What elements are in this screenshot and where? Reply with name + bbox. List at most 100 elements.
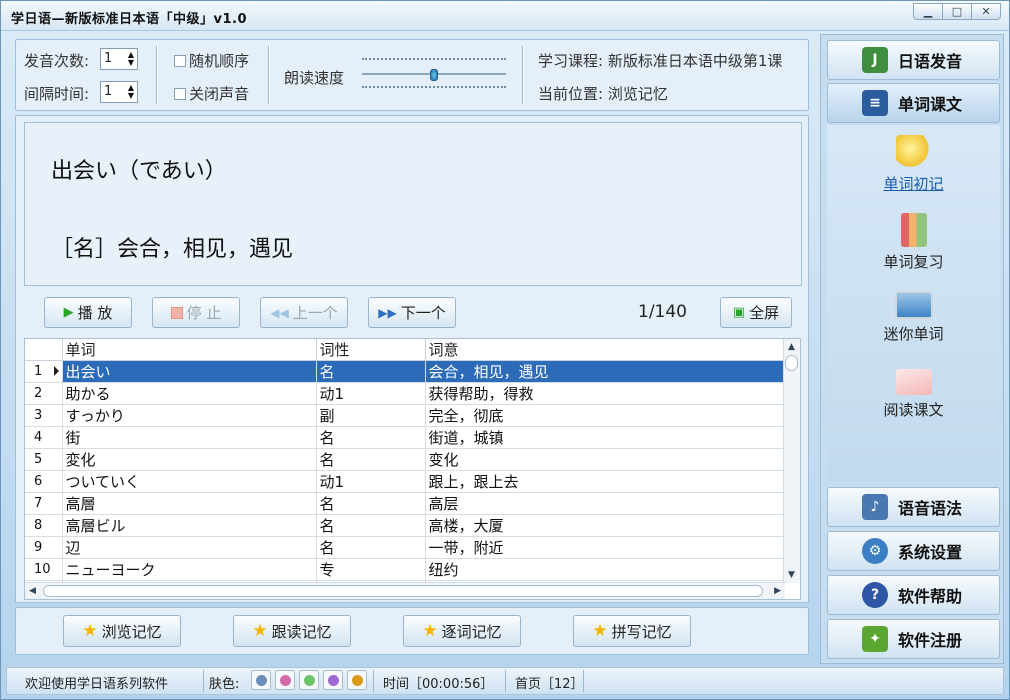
cell-pos: 名	[316, 426, 426, 449]
speed-slider[interactable]	[362, 54, 506, 94]
follow-mode-button[interactable]: ★ 跟读记忆	[233, 615, 351, 647]
header-index	[25, 339, 63, 361]
table-row[interactable]: 4 街名街道，城镇	[25, 426, 785, 449]
table-row[interactable]: 6 ついていく 动1 跟上，跟上去	[25, 470, 785, 493]
skin-color-swatch[interactable]	[299, 670, 319, 690]
nav-register[interactable]: ✦ 软件注册	[827, 619, 1000, 659]
scroll-thumb[interactable]	[785, 355, 798, 371]
scroll-left-icon[interactable]: ◀	[29, 586, 36, 596]
table-row[interactable]: 1 出会い名会合，相见，遇见	[25, 360, 785, 383]
row-index: 8	[25, 514, 63, 537]
table-row[interactable]: 10 ニューヨーク专纽约	[25, 558, 785, 581]
notebook-icon: J	[862, 47, 888, 73]
cell-pos: 名	[316, 514, 426, 537]
word-table: 单词 词性 词意 1 出会い名会合，相见，遇见 2 助かる 动1 获得帮助，得救 3 すっかり…	[24, 338, 801, 600]
nav-settings[interactable]: ⚙ 系统设置	[827, 531, 1000, 571]
maximize-button[interactable]: □	[942, 3, 972, 20]
register-icon: ✦	[862, 626, 888, 652]
table-row[interactable]: 2 助かる 动1 获得帮助，得救	[25, 382, 785, 405]
nav-help[interactable]: ? 软件帮助	[827, 575, 1000, 615]
horizontal-scrollbar[interactable]: ◀ ▶	[25, 582, 785, 599]
cell-meaning: 完全，彻底	[425, 404, 785, 427]
cell-word: 高層ビル	[62, 514, 317, 537]
cell-word: 辺	[62, 536, 317, 559]
slider-thumb[interactable]	[430, 69, 438, 81]
skin-color-swatch[interactable]	[323, 670, 343, 690]
fullscreen-icon: ▣	[732, 305, 746, 320]
cell-meaning: 获得帮助，得救	[425, 382, 785, 405]
table-row[interactable]: 7 高層名高层	[25, 492, 785, 515]
cell-pos: 动1	[316, 382, 426, 405]
vertical-scrollbar[interactable]: ▲ ▼	[783, 339, 800, 583]
table-row[interactable]: 5 変化名变化	[25, 448, 785, 471]
minimize-button[interactable]: ▁	[913, 3, 943, 20]
interval-value: 1	[104, 84, 113, 99]
checkbox-icon[interactable]	[174, 55, 186, 67]
skin-label: 肤色:	[209, 677, 240, 692]
table-row[interactable]: 3 すっかり副完全，彻底	[25, 404, 785, 427]
cell-meaning: 一带，附近	[425, 536, 785, 559]
scroll-up-icon[interactable]: ▲	[788, 342, 795, 352]
word-display: 出会い（であい） ［名］会合，相见，遇见	[24, 122, 802, 286]
skin-color-swatch[interactable]	[347, 670, 367, 690]
time-display: 时间［00:00:56］	[383, 677, 494, 692]
row-index: 1	[25, 360, 63, 383]
nav-grammar[interactable]: ♪ 语音语法	[827, 487, 1000, 527]
interval-spinner[interactable]: 1 ▲ ▼	[100, 81, 138, 103]
sub-mini[interactable]: 迷你单词	[827, 291, 1000, 344]
cell-pos: 名	[316, 536, 426, 559]
header-word[interactable]: 单词	[62, 339, 317, 361]
next-button[interactable]: ▶▶ 下一个	[368, 297, 456, 328]
repeat-label: 发音次数:	[24, 52, 90, 70]
nav-pronunciation[interactable]: J 日语发音	[827, 40, 1000, 80]
spelling-mode-button[interactable]: ★ 拼写记忆	[573, 615, 691, 647]
cell-meaning: 纽约	[425, 558, 785, 581]
checkbox-icon[interactable]	[174, 88, 186, 100]
star-icon: ★	[82, 621, 98, 641]
play-icon: ▶	[63, 305, 74, 320]
nav-vocab[interactable]: ≡ 单词课文	[827, 83, 1000, 123]
close-button[interactable]: ✕	[971, 3, 1001, 20]
table-row[interactable]: 8 高層ビル名高楼，大厦	[25, 514, 785, 537]
cell-meaning: 街道，城镇	[425, 426, 785, 449]
spinner-arrows-icon[interactable]: ▲ ▼	[128, 51, 134, 67]
title-bar: 学日语—新版标准日本语「中级」v1.0 ▁ □ ✕	[1, 1, 1009, 31]
stop-button[interactable]: 停 止	[152, 297, 240, 328]
scroll-thumb[interactable]	[43, 585, 763, 597]
random-order-checkbox[interactable]: 随机顺序	[174, 50, 249, 71]
header-pos[interactable]: 词性	[316, 339, 426, 361]
stop-icon	[170, 306, 183, 319]
word-by-word-button[interactable]: ★ 逐词记忆	[403, 615, 521, 647]
scroll-down-icon[interactable]: ▼	[788, 570, 795, 580]
skin-color-swatch[interactable]	[251, 670, 271, 690]
speed-label: 朗读速度	[284, 69, 345, 87]
prev-button[interactable]: ◀◀ 上一个	[260, 297, 348, 328]
cell-word: ニューヨーク	[62, 558, 317, 581]
table-row[interactable]: 9 辺名一带，附近	[25, 536, 785, 559]
welcome-text: 欢迎使用学日语系列软件	[25, 677, 169, 692]
row-index: 4	[25, 426, 63, 449]
cell-pos: 专	[316, 558, 426, 581]
scroll-right-icon[interactable]: ▶	[774, 586, 781, 596]
cell-word: 高層	[62, 492, 317, 515]
help-icon: ?	[862, 582, 888, 608]
repeat-spinner[interactable]: 1 ▲ ▼	[100, 48, 138, 70]
browse-mode-button[interactable]: ★ 浏览记忆	[63, 615, 181, 647]
table-header: 单词 词性 词意	[25, 339, 785, 361]
cell-pos: 名	[316, 360, 426, 383]
play-button[interactable]: ▶ 播 放	[44, 297, 132, 328]
mute-checkbox[interactable]: 关闭声音	[174, 83, 249, 104]
header-meaning[interactable]: 词意	[425, 339, 785, 361]
fullscreen-button[interactable]: ▣ 全屏	[720, 297, 792, 328]
cell-word: すっかり	[62, 404, 317, 427]
cell-word: ついていく	[62, 470, 317, 493]
sub-read[interactable]: 阅读课文	[827, 369, 1000, 420]
sub-review[interactable]: 单词复习	[827, 213, 1000, 272]
skin-color-swatch[interactable]	[275, 670, 295, 690]
spinner-arrows-icon[interactable]: ▲ ▼	[128, 84, 134, 100]
cell-pos: 名	[316, 492, 426, 515]
row-index: 2	[25, 382, 63, 405]
control-panel: 发音次数: 1 ▲ ▼ 间隔时间: 1 ▲ ▼ 随机顺序 关闭声音 朗读速度 学习课程:…	[15, 39, 809, 111]
current-word: 出会い（であい）	[51, 159, 227, 184]
sub-first-memory[interactable]: 单词初记	[827, 135, 1000, 194]
